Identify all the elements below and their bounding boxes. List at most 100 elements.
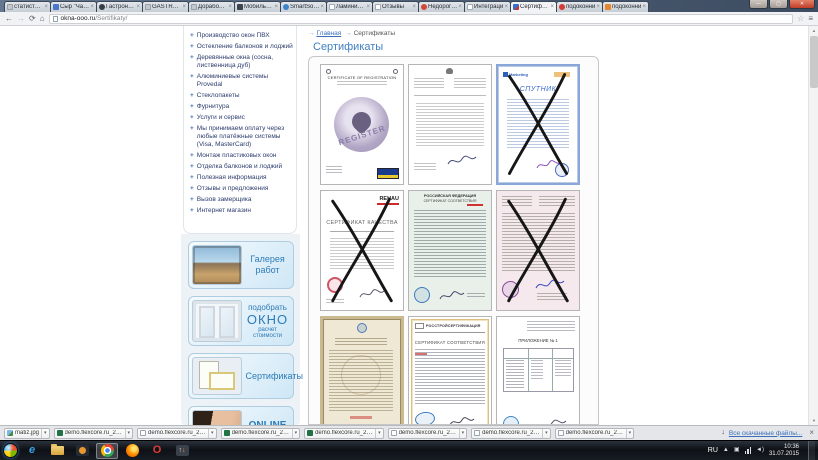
bookmark-star-icon[interactable]: ☆ <box>797 14 804 24</box>
tab-close-icon[interactable]: × <box>642 4 646 10</box>
sidebar-menu-item[interactable]: +Отзывы и предложения <box>190 185 294 193</box>
browser-tab[interactable]: Отзывы× <box>372 1 419 12</box>
browser-tab[interactable]: Сыр "Чанах× <box>50 1 97 12</box>
taskbar-firefox-icon[interactable] <box>121 443 143 459</box>
menu-icon[interactable]: ≡ <box>808 14 813 24</box>
download-dropdown-icon[interactable]: ▾ <box>41 429 47 438</box>
certificate-thumb-8[interactable]: РОССТРОЙСЕРТИФИКАЦИЯ СЕРТИФИКАТ СООТВЕТС… <box>408 316 492 425</box>
maximize-button[interactable]: ▢ <box>769 0 788 9</box>
browser-tab[interactable]: Ламиниров× <box>326 1 373 12</box>
sidebar-menu-item[interactable]: +Полезная информация <box>190 174 294 182</box>
sidebar-menu-item[interactable]: +Элитные окна MONTBLANC <box>190 26 294 29</box>
tab-close-icon[interactable]: × <box>90 4 94 10</box>
taskbar-opera-icon[interactable]: O <box>146 443 168 459</box>
tab-close-icon[interactable]: × <box>412 4 416 10</box>
download-dropdown-icon[interactable]: ▾ <box>542 429 548 438</box>
sidebar-menu-item[interactable]: +Интернет магазин <box>190 207 294 215</box>
download-item[interactable]: demo.flexcore.ru_2....html▾ <box>471 428 551 439</box>
taskbar-windows-explorer-icon[interactable] <box>46 443 68 459</box>
browser-tab[interactable]: Интеграци× <box>464 1 511 12</box>
browser-tab[interactable]: статистика× <box>4 1 51 12</box>
breadcrumb-home-link[interactable]: Главная <box>317 30 342 37</box>
sidebar-menu-item[interactable]: +Остекление балконов и лоджий <box>190 43 294 51</box>
tab-close-icon[interactable]: × <box>136 4 140 10</box>
home-icon[interactable]: ⌂ <box>40 14 45 24</box>
download-dropdown-icon[interactable]: ▾ <box>125 429 131 438</box>
widget-online-consultant[interactable]: ONLINE <box>188 406 294 425</box>
start-button[interactable] <box>3 443 18 458</box>
download-item[interactable]: matiz.jpg▾ <box>4 428 50 439</box>
download-dropdown-icon[interactable]: ▾ <box>292 429 298 438</box>
downloads-bar-close-icon[interactable]: × <box>809 429 814 437</box>
sidebar-menu-item[interactable]: +Вызов замерщика <box>190 196 294 204</box>
show-desktop-button[interactable] <box>808 441 815 460</box>
certificate-thumb-9[interactable]: ПРИЛОЖЕНИЕ № 1 <box>496 316 580 425</box>
language-indicator[interactable]: RU <box>708 447 718 454</box>
close-button[interactable]: ✕ <box>789 0 815 9</box>
download-dropdown-icon[interactable]: ▾ <box>208 429 214 438</box>
tray-app-icon[interactable]: ▣ <box>734 447 740 454</box>
taskbar-media-player-icon[interactable] <box>71 443 93 459</box>
page-scrollbar[interactable]: ▲ ▼ <box>808 26 818 425</box>
browser-tab[interactable]: Мобильный× <box>234 1 281 12</box>
taskbar-clock[interactable]: 10:36 31.07.2015 <box>769 444 799 458</box>
certificate-thumb-7[interactable] <box>320 316 404 425</box>
browser-tab[interactable]: Доработки× <box>188 1 235 12</box>
taskbar-internet-explorer-icon[interactable]: e <box>21 443 43 459</box>
network-icon[interactable] <box>745 447 752 454</box>
certificate-thumb-5[interactable]: РОССИЙСКАЯ ФЕДЕРАЦИЯ СЕРТИФИКАТ СООТВЕТС… <box>408 190 492 311</box>
widget-certificates[interactable]: Сертификаты <box>188 353 294 399</box>
sidebar-menu-item[interactable]: +Стеклопакеты <box>190 92 294 100</box>
tab-close-icon[interactable]: × <box>320 4 324 10</box>
scroll-up-icon[interactable]: ▲ <box>809 26 818 35</box>
sidebar-menu-item[interactable]: +Производство окон ПВХ <box>190 32 294 40</box>
reload-icon[interactable]: ⟳ <box>29 14 36 24</box>
taskbar-chrome-icon[interactable] <box>96 443 118 459</box>
browser-tab[interactable]: подоконни× <box>602 1 649 12</box>
sidebar-menu-item[interactable]: +Услуги и сервис <box>190 114 294 122</box>
tab-close-icon[interactable]: × <box>504 4 508 10</box>
tab-close-icon[interactable]: × <box>458 4 462 10</box>
tab-close-icon[interactable]: × <box>550 4 554 10</box>
show-all-downloads-link[interactable]: Все скачанные файлы... <box>729 430 802 437</box>
browser-tab[interactable]: SmartSoluti× <box>280 1 327 12</box>
sidebar-menu-item[interactable]: +Алюминиевые системы Provedal <box>190 73 294 89</box>
download-item[interactable]: demo.flexcore.ru_29....csv▾ <box>221 428 301 439</box>
sidebar-menu-item[interactable]: +Деревянные окна (сосна, лиственница дуб… <box>190 54 294 70</box>
certificate-thumb-6[interactable] <box>496 190 580 311</box>
download-item[interactable]: demo.flexcore.ru_2....html▾ <box>555 428 635 439</box>
volume-icon[interactable]: ◄) <box>756 447 764 454</box>
taskbar-download-manager-icon[interactable]: ↑↓ <box>171 443 193 459</box>
tab-close-icon[interactable]: × <box>182 4 186 10</box>
certificate-thumb-3[interactable]: Marketing СПУТНИК <box>496 64 580 185</box>
tab-close-icon[interactable]: × <box>228 4 232 10</box>
download-item[interactable]: demo.flexcore.ru_29....csv▾ <box>304 428 384 439</box>
sidebar-menu-item[interactable]: +Фурнитура <box>190 103 294 111</box>
forward-icon[interactable]: → <box>17 14 25 24</box>
browser-tab[interactable]: Недорогие× <box>418 1 465 12</box>
tab-close-icon[interactable]: × <box>44 4 48 10</box>
sidebar-menu-item[interactable]: +Монтаж пластиковых окон <box>190 152 294 160</box>
download-dropdown-icon[interactable]: ▾ <box>626 429 632 438</box>
scroll-down-icon[interactable]: ▼ <box>809 416 818 425</box>
hidden-icons-icon[interactable]: ▲ <box>723 447 729 454</box>
widget-gallery[interactable]: Галерея работ <box>188 241 294 289</box>
browser-tab[interactable]: GASTRONO× <box>142 1 189 12</box>
tab-close-icon[interactable]: × <box>274 4 278 10</box>
download-item[interactable]: demo.flexcore.ru_29....csv▾ <box>54 428 134 439</box>
browser-tab[interactable]: Сертифика× <box>510 1 557 12</box>
certificate-thumb-4[interactable]: REHAU СЕРТИФИКАТ КАЧЕСТВА <box>320 190 404 311</box>
browser-tab[interactable]: подоконни× <box>556 1 603 12</box>
certificate-thumb-2[interactable] <box>408 64 492 185</box>
download-item[interactable]: demo.flexcore.ru_2....html▾ <box>388 428 468 439</box>
tab-close-icon[interactable]: × <box>596 4 600 10</box>
browser-tab[interactable]: Гастрономи× <box>96 1 143 12</box>
tab-close-icon[interactable]: × <box>366 4 370 10</box>
certificate-thumb-1[interactable]: CERTIFICATE OF REGISTRATION REGISTER <box>320 64 404 185</box>
sidebar-menu-item[interactable]: +Мы принимаем оплату через любые платёжн… <box>190 125 294 149</box>
address-bar[interactable]: okna-ooo.ru/Sertifikaty/ <box>49 14 794 24</box>
download-dropdown-icon[interactable]: ▾ <box>375 429 381 438</box>
scrollbar-thumb[interactable] <box>810 36 818 88</box>
back-icon[interactable]: ← <box>5 14 13 24</box>
widget-window-calculator[interactable]: подобрать ОКНО расчет стоимости <box>188 296 294 346</box>
